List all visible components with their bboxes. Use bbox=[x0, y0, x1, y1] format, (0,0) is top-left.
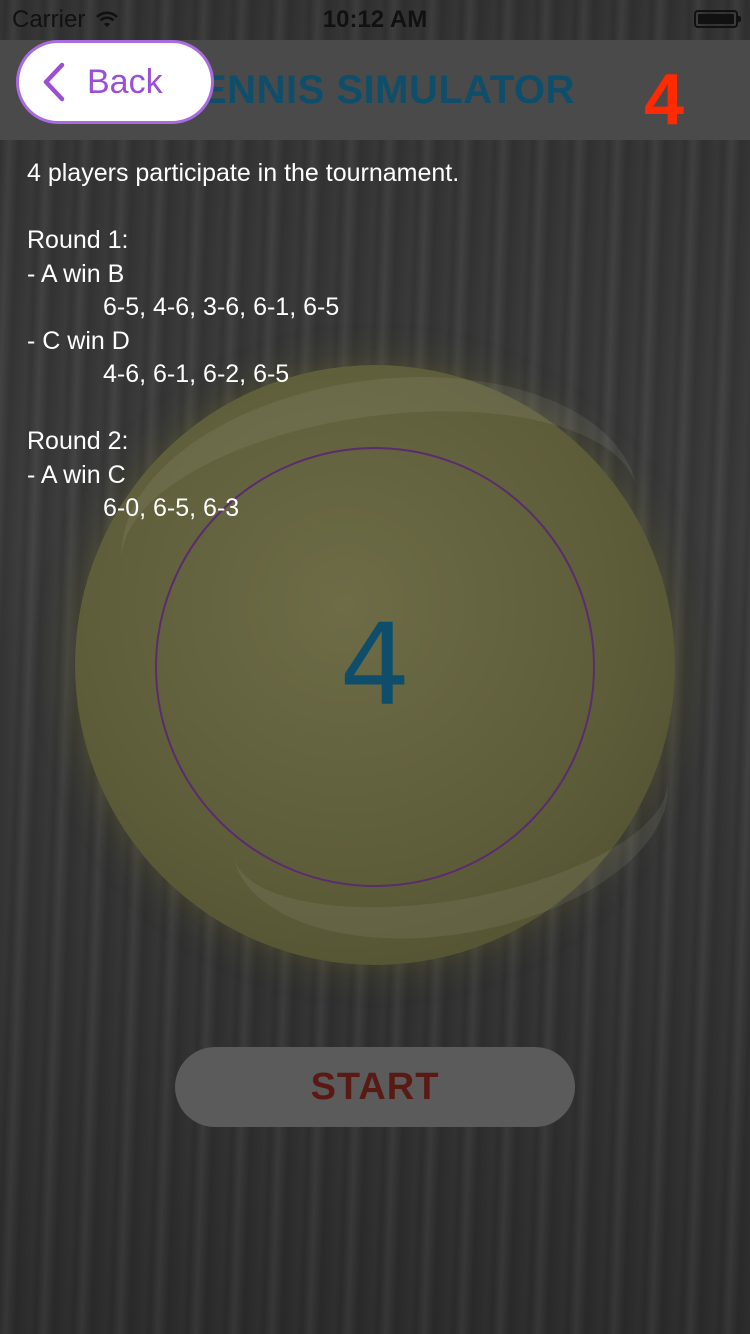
match-score: 6-5, 4-6, 3-6, 6-1, 6-5 bbox=[103, 293, 340, 321]
round-title: Round 1: bbox=[27, 226, 129, 254]
match-score: 4-6, 6-1, 6-2, 6-5 bbox=[103, 360, 290, 388]
tournament-intro: 4 players participate in the tournament. bbox=[27, 159, 460, 187]
round-title: Round 2: bbox=[27, 427, 129, 455]
match-result: - A win C bbox=[27, 460, 126, 489]
match-result: - C win D bbox=[27, 326, 130, 355]
back-button-label: Back bbox=[87, 62, 163, 101]
tournament-results: 4 players participate in the tournament.… bbox=[27, 157, 727, 526]
player-count-display: 4 bbox=[339, 601, 411, 731]
chevron-left-icon bbox=[43, 62, 65, 102]
start-button[interactable]: START bbox=[175, 1047, 575, 1127]
start-button-label: START bbox=[310, 1065, 440, 1108]
match-result: - A win B bbox=[27, 259, 125, 288]
status-bar: Carrier 10:12 AM bbox=[0, 0, 750, 40]
battery-icon bbox=[694, 10, 741, 28]
status-time: 10:12 AM bbox=[322, 6, 428, 33]
player-count-badge: 4 bbox=[643, 60, 684, 140]
match-score: 6-0, 6-5, 6-3 bbox=[103, 494, 240, 522]
back-button[interactable]: Back bbox=[16, 40, 214, 124]
